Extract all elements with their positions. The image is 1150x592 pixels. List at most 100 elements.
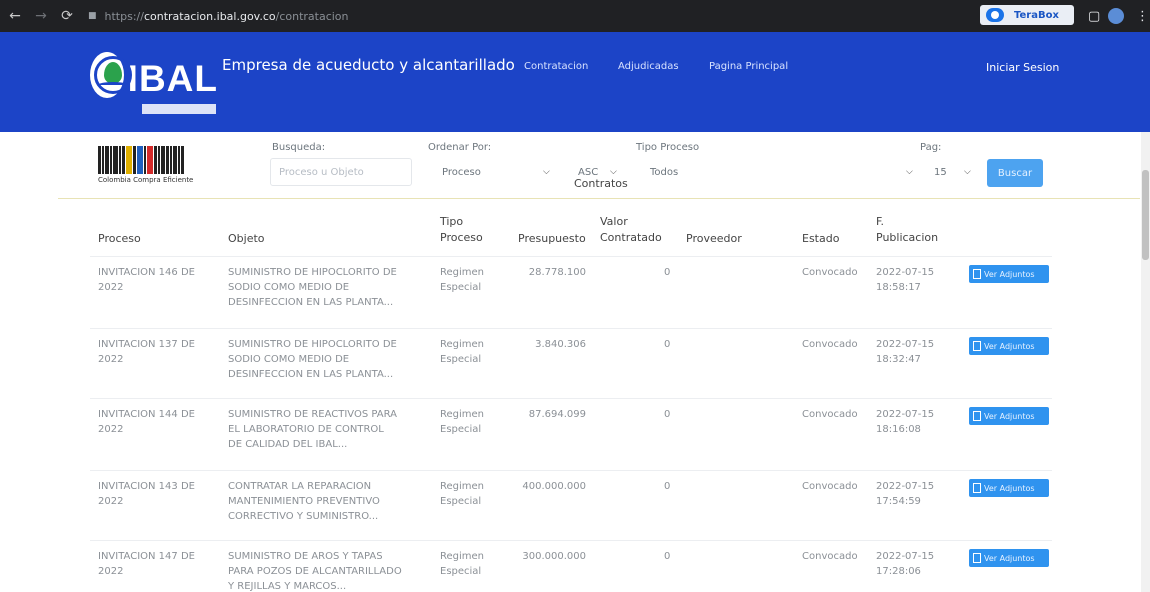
brand-title[interactable]: Empresa de acueducto y alcantarillado <box>222 56 515 74</box>
type-label: Tipo Proceso <box>636 142 700 153</box>
header-proveedor[interactable]: Proveedor <box>686 231 742 247</box>
cell-presupuesto-line: 28.778.100 <box>528 267 586 278</box>
scrollbar-thumb[interactable] <box>1142 170 1149 260</box>
header-tipo[interactable]: Tipo Proceso <box>440 214 483 246</box>
cell-objeto: SUMINISTRO DE HIPOCLORITO DE SODIO COMO M… <box>228 265 397 310</box>
cell-objeto-line: DESINFECCION EN LAS PLANTA... <box>228 297 394 308</box>
document-icon <box>973 341 981 351</box>
section-title: Contratos <box>574 177 628 190</box>
cell-fecha-publicacion-line: 2022-07-15 <box>876 339 935 350</box>
profile-avatar[interactable] <box>1108 8 1124 24</box>
cell-objeto-line: SUMINISTRO DE HIPOCLORITO DE <box>228 267 397 278</box>
extension-label: TeraBox <box>1014 9 1059 21</box>
cell-valor-contratado-line: 0 <box>664 409 671 420</box>
cell-tipo-proceso-line: Regimen <box>440 551 485 562</box>
cell-proceso-line: 2022 <box>98 496 124 507</box>
cell-proceso-line: 2022 <box>98 282 124 293</box>
window-icon[interactable]: ▢ <box>1088 9 1100 24</box>
order-select[interactable]: Proceso <box>436 158 556 186</box>
page-label: Pag: <box>920 142 942 153</box>
header-estado[interactable]: Estado <box>802 231 839 247</box>
cell-presupuesto: 28.778.100 <box>520 265 586 280</box>
cell-objeto-line: DESINFECCION EN LAS PLANTA... <box>228 369 394 380</box>
ver-adjuntos-button[interactable]: Ver Adjuntos <box>969 265 1049 283</box>
forward-icon[interactable]: → <box>30 8 52 24</box>
cell-tipo-proceso-line: Especial <box>440 566 482 577</box>
header-proceso[interactable]: Proceso <box>98 231 141 247</box>
cell-tipo-proceso: Regimen Especial <box>440 549 484 579</box>
header-objeto[interactable]: Objeto <box>228 231 265 247</box>
barcode-icon <box>98 146 206 174</box>
nav-adjudicadas[interactable]: Adjudicadas <box>618 61 679 72</box>
cell-valor-contratado: 0 <box>664 479 670 494</box>
document-icon <box>973 411 981 421</box>
type-select[interactable]: Todos <box>644 158 930 186</box>
url-protocol: https:// <box>104 9 144 23</box>
cell-presupuesto: 3.840.306 <box>520 337 586 352</box>
order-value: Proceso <box>442 166 481 178</box>
cell-estado: Convocado <box>802 479 858 494</box>
cell-valor-contratado-line: 0 <box>664 551 671 562</box>
login-link[interactable]: Iniciar Sesion <box>986 61 1059 74</box>
header-fecha[interactable]: F. Publicacion <box>876 214 938 246</box>
cell-objeto-line: SUMINISTRO DE HIPOCLORITO DE <box>228 339 397 350</box>
cell-tipo-proceso-line: Regimen <box>440 267 485 278</box>
browser-toolbar: ← → ⟳ ■ https:// contratacion.ibal.gov.c… <box>0 0 1150 32</box>
cell-objeto-line: SODIO COMO MEDIO DE <box>228 282 350 293</box>
cell-estado-line: Convocado <box>802 551 858 562</box>
direction-value: ASC <box>578 166 599 178</box>
ver-adjuntos-button[interactable]: Ver Adjuntos <box>969 337 1049 355</box>
cell-fecha-publicacion: 2022-07-15 18:32:47 <box>876 337 934 367</box>
cell-fecha-publicacion-line: 2022-07-15 <box>876 551 935 562</box>
cell-fecha-publicacion: 2022-07-15 18:58:17 <box>876 265 934 295</box>
address-bar[interactable]: ■ https:// contratacion.ibal.gov.co /con… <box>88 5 349 27</box>
cell-valor-contratado: 0 <box>664 265 670 280</box>
menu-dots-icon[interactable]: ⋮ <box>1136 9 1149 24</box>
cell-objeto: SUMINISTRO DE AROS Y TAPAS PARA POZOS DE … <box>228 549 402 592</box>
ibal-logo[interactable]: IBAL <box>90 46 218 116</box>
table-row: INVITACION 146 DE 2022 SUMINISTRO DE HIPOC… <box>90 256 1052 326</box>
ver-adjuntos-label: Ver Adjuntos <box>984 341 1035 351</box>
ver-adjuntos-label: Ver Adjuntos <box>984 411 1035 421</box>
ibal-emblem-icon <box>90 52 132 98</box>
ver-adjuntos-label: Ver Adjuntos <box>984 553 1035 563</box>
cell-proceso-line: 2022 <box>98 354 124 365</box>
url-host: contratacion.ibal.gov.co <box>143 9 276 23</box>
cell-fecha-publicacion-line: 17:28:06 <box>876 566 921 577</box>
search-input[interactable]: Proceso u Objeto <box>270 158 412 186</box>
terabox-extension[interactable]: TeraBox <box>980 5 1074 25</box>
document-icon <box>973 483 981 493</box>
ver-adjuntos-button[interactable]: Ver Adjuntos <box>969 479 1049 497</box>
chevron-down-icon: ⌵ <box>610 167 617 177</box>
cell-tipo-proceso: Regimen Especial <box>440 337 484 367</box>
cell-objeto-line: Y REJILLAS Y MARCOS... <box>228 581 347 592</box>
cell-objeto-line: MANTENIMIENTO PREVENTIVO <box>228 496 380 507</box>
ver-adjuntos-button[interactable]: Ver Adjuntos <box>969 549 1049 567</box>
document-icon <box>973 553 981 563</box>
cell-tipo-proceso: Regimen Especial <box>440 407 484 437</box>
cell-tipo-proceso-line: Especial <box>440 496 482 507</box>
reload-icon[interactable]: ⟳ <box>56 8 78 24</box>
cell-tipo-proceso: Regimen Especial <box>440 265 484 295</box>
nav-pagina-principal[interactable]: Pagina Principal <box>709 61 788 72</box>
cell-objeto-line: DE CALIDAD DEL IBAL... <box>228 439 348 450</box>
cell-objeto-line: CONTRATAR LA REPARACION <box>228 481 372 492</box>
cell-tipo-proceso-line: Especial <box>440 354 482 365</box>
cell-presupuesto-line: 400.000.000 <box>522 481 586 492</box>
cell-estado-line: Convocado <box>802 481 858 492</box>
cell-valor-contratado-line: 0 <box>664 481 671 492</box>
cell-objeto-line: PARA POZOS DE ALCANTARILLADO <box>228 566 402 577</box>
cell-presupuesto-line: 300.000.000 <box>522 551 586 562</box>
page-value: 15 <box>934 166 947 178</box>
cell-valor-contratado: 0 <box>664 549 670 564</box>
header-presupuesto[interactable]: Presupuesto <box>518 231 586 247</box>
header-valor-line1: Valor <box>600 215 628 228</box>
search-button[interactable]: Buscar <box>987 159 1043 187</box>
header-valor[interactable]: Valor Contratado <box>600 214 662 246</box>
cell-proceso: INVITACION 147 DE 2022 <box>98 549 195 579</box>
back-icon[interactable]: ← <box>4 8 26 24</box>
header-fecha-line2: Publicacion <box>876 231 939 244</box>
nav-contratacion[interactable]: Contratacion <box>524 61 588 72</box>
ver-adjuntos-button[interactable]: Ver Adjuntos <box>969 407 1049 425</box>
table-row: INVITACION 144 DE 2022 SUMINISTRO DE REACT… <box>90 398 1052 468</box>
